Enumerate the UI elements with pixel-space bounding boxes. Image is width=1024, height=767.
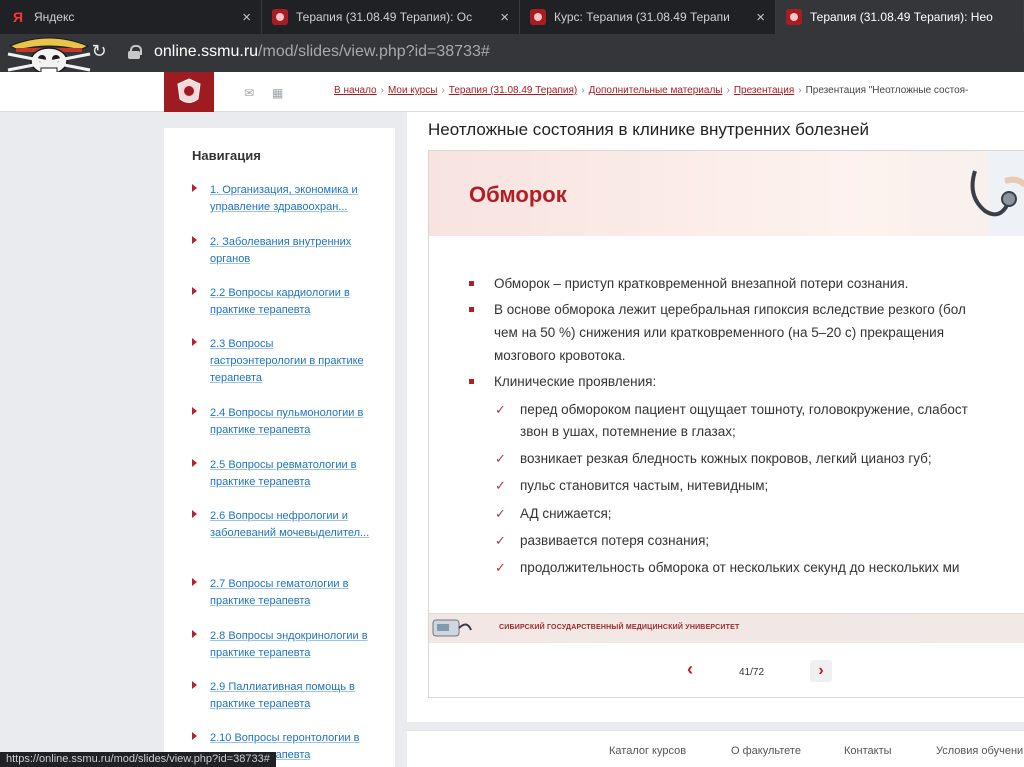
check-text: пульс становится частым, нитевидным; (520, 478, 769, 493)
university-logo[interactable] (164, 72, 214, 112)
navigation-block: Навигация 1. Организация, экономика и уп… (164, 128, 395, 767)
breadcrumb-current: Презентация "Неотложные состоя- (805, 85, 969, 96)
triangle-right-icon (192, 459, 197, 467)
triangle-right-icon (192, 732, 197, 740)
site-header: ✉ ▦ В начало › Мои курсы › Терапия (31.08.49… (0, 72, 1024, 112)
check-text: перед обмороком пациент ощущает тошноту,… (520, 402, 968, 417)
bullet-text: мозгового кровотока. (494, 348, 626, 363)
footer-link-terms[interactable]: Условия обучени (936, 745, 1023, 757)
breadcrumb-separator: › (441, 85, 445, 96)
bullet-square-icon (469, 379, 474, 384)
university-name: СИБИРСКИЙ ГОСУДАРСТВЕННЫЙ МЕДИЦИНСКИЙ УН… (499, 624, 740, 631)
nav-item-label[interactable]: 2.4 Вопросы пульмонологии в практике тер… (210, 405, 370, 439)
page-title: Неотложные состояния в клинике внутренни… (428, 120, 870, 139)
url-field[interactable]: online.ssmu.ru/mod/slides/view.php?id=38… (128, 43, 490, 61)
crest-icon (272, 9, 288, 25)
check-text: звон в ушах, потемнение в глазах; (520, 424, 736, 439)
status-url: https://online.ssmu.ru/mod/slides/view.p… (0, 752, 276, 767)
site-footer: Каталог курсов О факультете Контакты Усл… (407, 730, 1024, 767)
triangle-right-icon (192, 630, 197, 638)
nav-item-label[interactable]: 2.2 Вопросы кардиологии в практике терап… (210, 285, 370, 319)
browser-tab-course[interactable]: Курс: Терапия (31.08.49 Терапи × (520, 0, 776, 34)
breadcrumb-home[interactable]: В начало (334, 85, 377, 96)
tab-title: Курс: Терапия (31.08.49 Терапи (554, 10, 730, 24)
checkmark-icon: ✓ (495, 560, 506, 575)
footer-link-catalog[interactable]: Каталог курсов (609, 745, 686, 757)
check-text: возникает резкая бледность кожных покров… (520, 451, 932, 466)
triangle-right-icon (192, 236, 197, 244)
slide-viewer: Обморок Обморок – приступ кратковременно… (428, 150, 1024, 698)
next-slide-button[interactable]: › (810, 660, 832, 682)
bullet-text: Обморок – приступ кратковременной внезап… (494, 276, 909, 291)
navigation-title: Навигация (192, 148, 261, 163)
mail-icon[interactable]: ✉ (244, 86, 254, 100)
bullet-square-icon (469, 307, 474, 312)
slide-footer: СИБИРСКИЙ ГОСУДАРСТВЕННЫЙ МЕДИЦИНСКИЙ УН… (429, 613, 1024, 643)
tab-title: Яндекс (34, 10, 75, 24)
browser-tab-therapy-1[interactable]: Терапия (31.08.49 Терапия): Ос × (262, 0, 520, 34)
nav-item-label[interactable]: 2.3 Вопросы гастроэнтерологии в практике… (210, 336, 370, 387)
breadcrumb-separator: › (726, 85, 730, 96)
breadcrumb-separator: › (380, 85, 384, 96)
check-text: продолжительность обморока от нескольких… (520, 560, 960, 575)
bullet-text: чем на 50 %) снижения или кратковременно… (494, 325, 945, 340)
footer-link-contacts[interactable]: Контакты (844, 745, 892, 757)
checkmark-icon: ✓ (495, 478, 506, 493)
triangle-right-icon (192, 510, 197, 518)
nav-item-label[interactable]: 1. Организация, экономика и управление з… (210, 182, 370, 216)
nav-item-label[interactable]: 2.6 Вопросы нефрологии и заболеваний моч… (210, 508, 370, 542)
browser-tab-strip: Я Яндекс × Терапия (31.08.49 Терапия): О… (0, 0, 1024, 34)
check-text: развивается потеря сознания; (520, 533, 710, 548)
slide-header: Обморок (429, 151, 1024, 236)
lock-icon (128, 45, 142, 59)
nav-item-label[interactable]: 2. Заболевания внутренних органов (210, 234, 370, 268)
url-host: online.ssmu.ru (154, 43, 259, 60)
url-path: /mod/slides/view.php?id=38733# (258, 43, 490, 60)
breadcrumb-course[interactable]: Терапия (31.08.49 Терапия) (449, 85, 577, 96)
triangle-right-icon (192, 287, 197, 295)
nav-item-label[interactable]: 2.5 Вопросы ревматологии в практике тера… (210, 457, 370, 491)
browser-tab-therapy-active[interactable]: Терапия (31.08.49 Терапия): Нео (776, 0, 1024, 34)
tab-title: Терапия (31.08.49 Терапия): Нео (810, 10, 993, 24)
crest-icon (530, 9, 546, 25)
triangle-right-icon (192, 338, 197, 346)
previous-slide-button[interactable]: ‹ (680, 660, 700, 680)
triangle-right-icon (192, 681, 197, 689)
breadcrumb-separator: › (798, 85, 802, 96)
crest-icon (177, 78, 201, 103)
check-text: АД снижается; (520, 506, 612, 521)
nav-item-label[interactable]: 2.9 Паллиативная помощь в практике терап… (210, 679, 370, 713)
breadcrumb-separator: › (581, 85, 585, 96)
pirate-skull-icon (7, 37, 91, 75)
bullet-text: В основе обморока лежит церебральная гип… (494, 302, 966, 317)
close-icon[interactable]: × (500, 9, 509, 26)
slide-counter: 41/72 (739, 667, 765, 678)
stethoscope-icon (970, 151, 1024, 236)
bullet-text: Клинические проявления: (494, 374, 657, 389)
bullet-square-icon (469, 281, 474, 286)
checkmark-icon: ✓ (495, 506, 506, 521)
close-icon[interactable]: × (242, 9, 251, 26)
nav-item-label[interactable]: 2.8 Вопросы эндокринологии в практике те… (210, 628, 370, 662)
crest-icon (786, 9, 802, 25)
triangle-right-icon (192, 184, 197, 192)
tonometer-icon (432, 619, 472, 637)
breadcrumb-materials[interactable]: Дополнительные материалы (589, 85, 723, 96)
breadcrumb: В начало › Мои курсы › Терапия (31.08.49 Тер… (334, 85, 968, 96)
breadcrumb-presentation[interactable]: Презентация (734, 85, 794, 96)
checkmark-icon: ✓ (495, 402, 506, 417)
yandex-icon: Я (12, 9, 24, 25)
checkmark-icon: ✓ (495, 533, 506, 548)
tab-title: Терапия (31.08.49 Терапия): Ос (296, 10, 473, 24)
triangle-right-icon (192, 578, 197, 586)
nav-item-label[interactable]: 2.7 Вопросы гематологии в практике терап… (210, 576, 370, 610)
footer-link-about[interactable]: О факультете (731, 745, 801, 757)
triangle-right-icon (192, 407, 197, 415)
browser-tab-yandex[interactable]: Я Яндекс × (0, 0, 262, 34)
checkmark-icon: ✓ (495, 451, 506, 466)
close-icon[interactable]: × (756, 9, 765, 26)
grid-icon[interactable]: ▦ (272, 86, 283, 100)
slide-title: Обморок (469, 182, 567, 207)
breadcrumb-my-courses[interactable]: Мои курсы (388, 85, 438, 96)
